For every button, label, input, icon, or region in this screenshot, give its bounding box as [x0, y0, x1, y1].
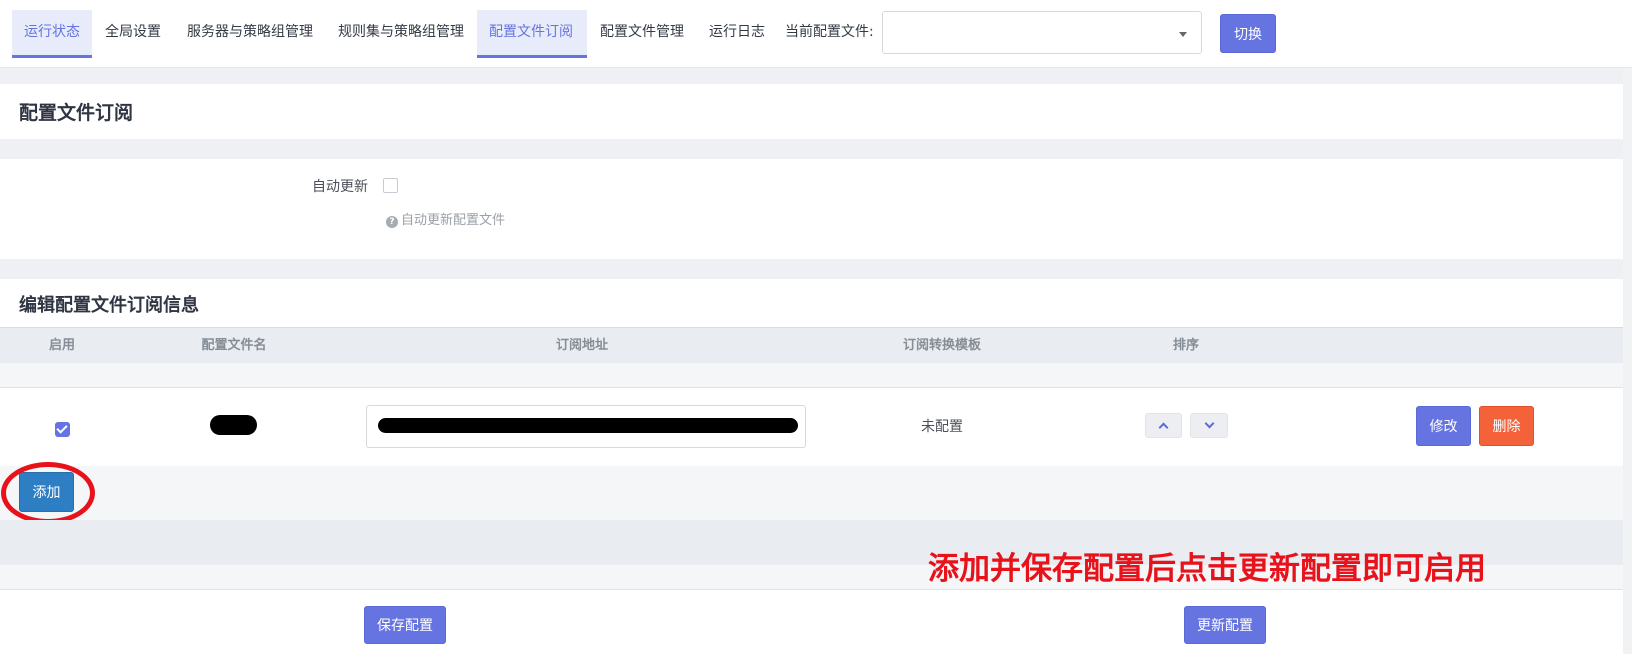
add-row	[0, 466, 1632, 520]
auto-update-checkbox[interactable]	[383, 178, 398, 193]
redacted-subscription-url	[378, 418, 798, 433]
table-header: 启用 配置文件名 订阅地址 订阅转换模板 排序	[0, 327, 1632, 363]
delete-button[interactable]: 删除	[1479, 406, 1534, 446]
annotation-text: 添加并保存配置后点击更新配置即可启用	[928, 551, 1486, 587]
tab-global-settings[interactable]: 全局设置	[93, 10, 173, 58]
separator-band	[0, 259, 1632, 279]
help-circle-icon: ?	[386, 216, 398, 228]
auto-update-label: 自动更新	[312, 179, 368, 195]
table-spacer	[0, 363, 1632, 388]
save-config-button[interactable]: 保存配置	[364, 606, 446, 644]
separator-band	[0, 68, 1632, 84]
add-button[interactable]: 添加	[19, 472, 74, 512]
column-subscription-url: 订阅地址	[555, 338, 609, 353]
column-profile-name: 配置文件名	[201, 338, 267, 353]
top-navigation: 运行状态 全局设置 服务器与策略组管理 规则集与策略组管理 配置文件订阅 配置文…	[0, 0, 1632, 68]
tab-run-log[interactable]: 运行日志	[697, 10, 777, 58]
redacted-profile-name	[210, 415, 257, 435]
current-profile-label: 当前配置文件:	[785, 24, 874, 40]
tab-profile-management[interactable]: 配置文件管理	[588, 10, 696, 58]
chevron-up-icon	[1158, 422, 1169, 433]
page-title: 配置文件订阅	[19, 102, 134, 124]
tab-run-status[interactable]: 运行状态	[12, 10, 92, 58]
column-convert-template: 订阅转换模板	[902, 338, 982, 353]
current-profile-select[interactable]	[882, 11, 1202, 54]
convert-template-value: 未配置	[921, 419, 963, 435]
edit-button[interactable]: 修改	[1416, 406, 1471, 446]
tab-rulesets-policy-groups[interactable]: 规则集与策略组管理	[326, 10, 476, 58]
subscriptions-title: 编辑配置文件订阅信息	[19, 295, 199, 316]
auto-update-hint-text: 自动更新配置文件	[401, 213, 506, 228]
switch-button[interactable]: 切换	[1220, 14, 1276, 53]
chevron-down-icon	[1204, 418, 1214, 429]
row-enabled-checkbox[interactable]	[55, 422, 70, 437]
footer-divider	[0, 589, 1632, 590]
tab-profile-subscription[interactable]: 配置文件订阅	[477, 10, 587, 58]
tab-servers-policy-groups[interactable]: 服务器与策略组管理	[175, 10, 325, 58]
column-enabled: 启用	[48, 338, 76, 353]
dropdown-caret-icon	[1179, 32, 1187, 37]
scrollbar[interactable]	[1623, 68, 1632, 654]
move-down-button[interactable]	[1190, 413, 1228, 438]
update-config-button[interactable]: 更新配置	[1184, 606, 1266, 644]
move-up-button[interactable]	[1145, 413, 1182, 438]
separator-band	[0, 139, 1632, 159]
column-sort: 排序	[1172, 338, 1200, 353]
auto-update-hint: ? 自动更新配置文件	[386, 209, 505, 228]
